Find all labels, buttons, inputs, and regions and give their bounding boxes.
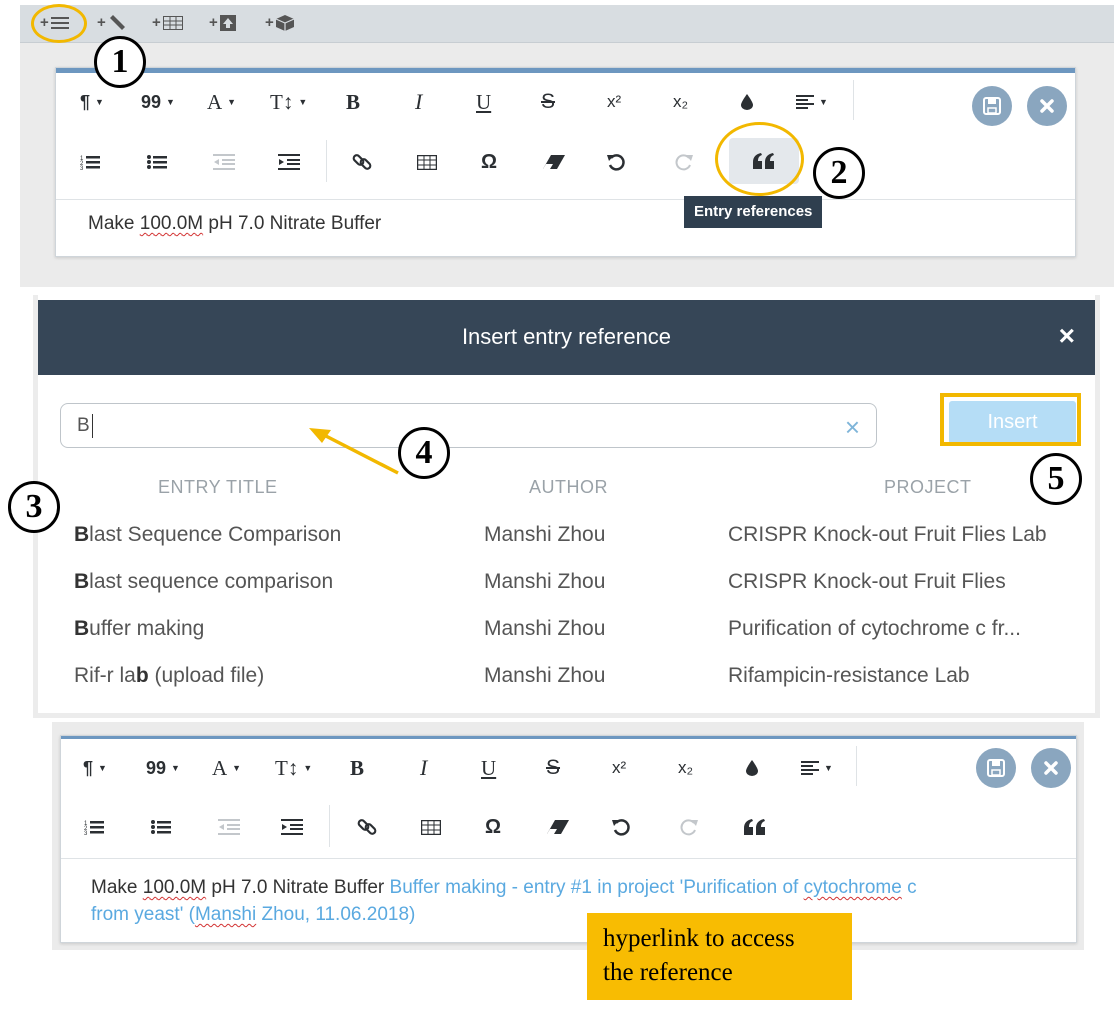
ordered-list-icon: 123	[84, 821, 104, 835]
toolbar-divider	[856, 746, 857, 786]
toolbar-divider	[329, 805, 330, 847]
arrow-to-search	[321, 432, 399, 475]
superscript-button[interactable]: x²	[612, 752, 626, 784]
hyperlink-callout: hyperlink to access the reference	[587, 913, 852, 1000]
paragraph-format-button[interactable]: ¶ ▼	[83, 752, 107, 784]
bold-button[interactable]: B	[350, 752, 364, 784]
indent-button[interactable]	[281, 811, 303, 843]
redo-icon	[680, 819, 698, 836]
clear-formatting-button[interactable]	[547, 811, 569, 843]
subscript-button[interactable]: x₂	[678, 752, 693, 784]
link-icon	[357, 819, 377, 835]
strikethrough-button[interactable]: S	[546, 752, 560, 784]
bullet-list-icon	[151, 820, 171, 834]
indent-icon	[281, 819, 303, 835]
floppy-disk-icon	[987, 759, 1005, 777]
toolbar-row-1: ¶ ▼ 99 ▼ A ▼ T↕ ▼ B I U S x² x₂ ▼	[61, 746, 1076, 792]
outdent-icon	[218, 819, 240, 835]
drop-icon	[746, 760, 758, 776]
close-icon	[1044, 761, 1058, 775]
font-color-button[interactable]: A ▼	[212, 752, 241, 784]
toolbar-row-2: 123 Ω	[61, 805, 1076, 851]
editor-content-area[interactable]: Make 100.0M pH 7.0 Nitrate Buffer Buffer…	[61, 858, 1076, 942]
underline-button[interactable]: U	[481, 752, 496, 784]
bullet-list-button[interactable]	[151, 811, 171, 843]
redo-button[interactable]	[680, 811, 698, 843]
eraser-icon	[547, 820, 569, 834]
editor-top-border	[61, 736, 1076, 739]
omega-icon: Ω	[485, 815, 502, 838]
svg-text:3: 3	[84, 831, 88, 835]
caret-down-icon: ▼	[232, 763, 242, 773]
quote-left-icon	[744, 819, 765, 835]
caret-down-icon: ▼	[303, 763, 313, 773]
align-button[interactable]: ▼	[801, 752, 833, 784]
highlight-color-button[interactable]	[746, 752, 758, 784]
save-button[interactable]	[976, 748, 1016, 788]
ordered-list-button[interactable]: 123	[84, 811, 104, 843]
font-size-button[interactable]: T↕ ▼	[275, 752, 312, 784]
undo-icon	[612, 819, 630, 836]
caret-down-icon: ▼	[171, 763, 180, 773]
italic-button[interactable]: I	[420, 752, 427, 784]
insert-table-button[interactable]	[421, 811, 441, 843]
caret-down-icon: ▼	[824, 763, 833, 773]
editor-text-with-reference: Make 100.0M pH 7.0 Nitrate Buffer Buffer…	[91, 877, 917, 925]
caret-down-icon: ▼	[98, 763, 107, 773]
entry-references-button[interactable]	[744, 811, 766, 843]
quote-style-button[interactable]: 99 ▼	[146, 752, 180, 784]
cancel-button[interactable]	[1031, 748, 1071, 788]
special-character-button[interactable]: Ω	[485, 811, 501, 843]
outdent-button[interactable]	[218, 811, 240, 843]
undo-button[interactable]	[612, 811, 630, 843]
align-left-icon	[801, 761, 819, 775]
callout-line-1: hyperlink to access	[603, 925, 795, 952]
rich-text-editor: ¶ ▼ 99 ▼ A ▼ T↕ ▼ B I U S x² x₂ ▼ 123 Ω Make…	[60, 735, 1077, 943]
insert-link-button[interactable]	[357, 811, 377, 843]
callout-line-2: the reference	[603, 959, 733, 986]
table-icon	[421, 819, 441, 835]
